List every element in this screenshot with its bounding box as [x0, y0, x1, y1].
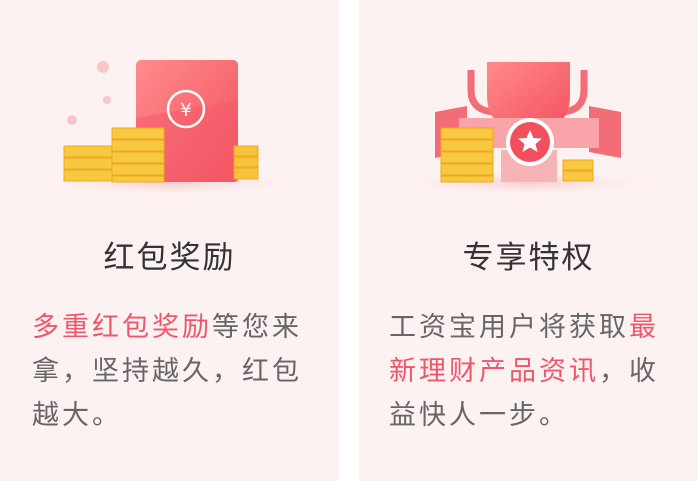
red-envelope-icon: ¥: [30, 60, 310, 197]
card-title: 专享特权: [462, 240, 595, 276]
card-description: 工资宝用户将获取最新理财产品资讯，收益快人一步。: [389, 306, 679, 438]
card-title: 红包奖励: [103, 240, 236, 276]
trophy-icon: [389, 62, 669, 197]
description-text: 工资宝用户将获取: [389, 312, 629, 343]
card-description: 多重红包奖励等您来拿，坚持越久，红包越大。: [32, 306, 322, 438]
card-red-envelope-reward: ¥ 红包奖励 多重红包奖励等您来拿，坚持越久，红包越大。: [0, 0, 339, 481]
svg-text:¥: ¥: [180, 100, 191, 121]
card-exclusive-privilege: 专享特权 工资宝用户将获取最新理财产品资讯，收益快人一步。: [359, 0, 698, 481]
description-highlight: 多重红包奖励: [32, 312, 212, 343]
